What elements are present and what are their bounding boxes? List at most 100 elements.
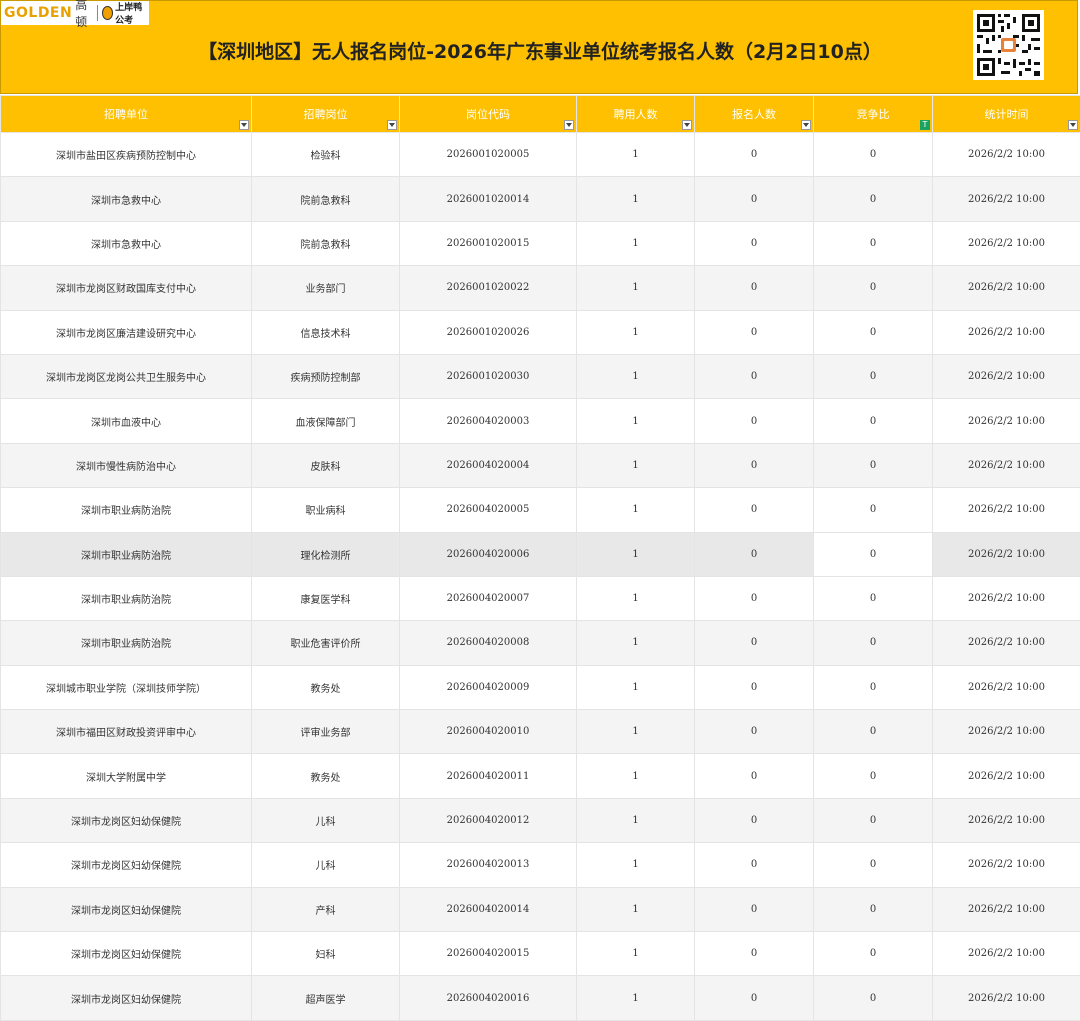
time-cell[interactable]: 2026/2/2 10:00 bbox=[933, 310, 1080, 354]
filter-active-icon[interactable] bbox=[920, 120, 930, 130]
applicants-cell[interactable]: 0 bbox=[695, 932, 814, 976]
time-cell[interactable]: 2026/2/2 10:00 bbox=[933, 843, 1080, 887]
code-cell[interactable]: 2026001020030 bbox=[400, 354, 577, 398]
table-row[interactable]: 深圳市急救中心院前急救科20260010200141002026/2/2 10:… bbox=[1, 177, 1080, 221]
table-row[interactable]: 深圳市龙岗区妇幼保健院儿科20260040200131002026/2/2 10… bbox=[1, 843, 1080, 887]
column-header-code[interactable]: 岗位代码 bbox=[400, 96, 577, 133]
applicants-cell[interactable]: 0 bbox=[695, 532, 814, 576]
code-cell[interactable]: 2026001020005 bbox=[400, 133, 577, 177]
dropdown-arrow-icon[interactable] bbox=[682, 120, 692, 130]
unit-cell[interactable]: 深圳市盐田区疾病预防控制中心 bbox=[1, 133, 252, 177]
code-cell[interactable]: 2026004020003 bbox=[400, 399, 577, 443]
applicants-cell[interactable]: 0 bbox=[695, 177, 814, 221]
ratio-cell[interactable]: 0 bbox=[814, 177, 933, 221]
ratio-cell[interactable]: 0 bbox=[814, 354, 933, 398]
ratio-cell[interactable]: 0 bbox=[814, 710, 933, 754]
applicants-cell[interactable]: 0 bbox=[695, 710, 814, 754]
time-cell[interactable]: 2026/2/2 10:00 bbox=[933, 621, 1080, 665]
position-cell[interactable]: 职业病科 bbox=[252, 488, 400, 532]
position-cell[interactable]: 儿科 bbox=[252, 843, 400, 887]
hire-count-cell[interactable]: 1 bbox=[577, 177, 695, 221]
code-cell[interactable]: 2026001020022 bbox=[400, 266, 577, 310]
time-cell[interactable]: 2026/2/2 10:00 bbox=[933, 798, 1080, 842]
code-cell[interactable]: 2026004020015 bbox=[400, 932, 577, 976]
time-cell[interactable]: 2026/2/2 10:00 bbox=[933, 488, 1080, 532]
column-header-time[interactable]: 统计时间 bbox=[933, 96, 1080, 133]
dropdown-arrow-icon[interactable] bbox=[1068, 120, 1078, 130]
table-row[interactable]: 深圳市职业病防治院理化检测所20260040200061002026/2/2 1… bbox=[1, 532, 1080, 576]
time-cell[interactable]: 2026/2/2 10:00 bbox=[933, 932, 1080, 976]
column-header-applicants[interactable]: 报名人数 bbox=[695, 96, 814, 133]
applicants-cell[interactable]: 0 bbox=[695, 488, 814, 532]
applicants-cell[interactable]: 0 bbox=[695, 399, 814, 443]
hire-count-cell[interactable]: 1 bbox=[577, 976, 695, 1020]
applicants-cell[interactable]: 0 bbox=[695, 665, 814, 709]
hire-count-cell[interactable]: 1 bbox=[577, 310, 695, 354]
code-cell[interactable]: 2026001020014 bbox=[400, 177, 577, 221]
ratio-cell[interactable]: 0 bbox=[814, 576, 933, 620]
code-cell[interactable]: 2026004020011 bbox=[400, 754, 577, 798]
applicants-cell[interactable]: 0 bbox=[695, 443, 814, 487]
applicants-cell[interactable]: 0 bbox=[695, 221, 814, 265]
table-row[interactable]: 深圳市职业病防治院职业病科20260040200051002026/2/2 10… bbox=[1, 488, 1080, 532]
unit-cell[interactable]: 深圳市龙岗区财政国库支付中心 bbox=[1, 266, 252, 310]
hire-count-cell[interactable]: 1 bbox=[577, 843, 695, 887]
code-cell[interactable]: 2026004020010 bbox=[400, 710, 577, 754]
dropdown-arrow-icon[interactable] bbox=[564, 120, 574, 130]
time-cell[interactable]: 2026/2/2 10:00 bbox=[933, 976, 1080, 1020]
position-cell[interactable]: 产科 bbox=[252, 887, 400, 931]
hire-count-cell[interactable]: 1 bbox=[577, 488, 695, 532]
unit-cell[interactable]: 深圳市龙岗区妇幼保健院 bbox=[1, 887, 252, 931]
ratio-cell[interactable]: 0 bbox=[814, 754, 933, 798]
hire-count-cell[interactable]: 1 bbox=[577, 576, 695, 620]
hire-count-cell[interactable]: 1 bbox=[577, 266, 695, 310]
applicants-cell[interactable]: 0 bbox=[695, 354, 814, 398]
unit-cell[interactable]: 深圳市职业病防治院 bbox=[1, 532, 252, 576]
ratio-cell[interactable]: 0 bbox=[814, 443, 933, 487]
time-cell[interactable]: 2026/2/2 10:00 bbox=[933, 665, 1080, 709]
unit-cell[interactable]: 深圳市龙岗区妇幼保健院 bbox=[1, 932, 252, 976]
position-cell[interactable]: 评审业务部 bbox=[252, 710, 400, 754]
position-cell[interactable]: 血液保障部门 bbox=[252, 399, 400, 443]
position-cell[interactable]: 职业危害评价所 bbox=[252, 621, 400, 665]
hire-count-cell[interactable]: 1 bbox=[577, 133, 695, 177]
ratio-cell[interactable]: 0 bbox=[814, 932, 933, 976]
column-header-position[interactable]: 招聘岗位 bbox=[252, 96, 400, 133]
table-row[interactable]: 深圳市急救中心院前急救科20260010200151002026/2/2 10:… bbox=[1, 221, 1080, 265]
code-cell[interactable]: 2026004020008 bbox=[400, 621, 577, 665]
table-row[interactable]: 深圳市龙岗区龙岗公共卫生服务中心疾病预防控制部20260010200301002… bbox=[1, 354, 1080, 398]
table-row[interactable]: 深圳市龙岗区妇幼保健院妇科20260040200151002026/2/2 10… bbox=[1, 932, 1080, 976]
time-cell[interactable]: 2026/2/2 10:00 bbox=[933, 266, 1080, 310]
position-cell[interactable]: 皮肤科 bbox=[252, 443, 400, 487]
hire-count-cell[interactable]: 1 bbox=[577, 710, 695, 754]
applicants-cell[interactable]: 0 bbox=[695, 310, 814, 354]
time-cell[interactable]: 2026/2/2 10:00 bbox=[933, 133, 1080, 177]
position-cell[interactable]: 儿科 bbox=[252, 798, 400, 842]
unit-cell[interactable]: 深圳市福田区财政投资评审中心 bbox=[1, 710, 252, 754]
table-row[interactable]: 深圳市龙岗区廉洁建设研究中心信息技术科20260010200261002026/… bbox=[1, 310, 1080, 354]
ratio-cell[interactable]: 0 bbox=[814, 976, 933, 1020]
unit-cell[interactable]: 深圳市职业病防治院 bbox=[1, 576, 252, 620]
dropdown-arrow-icon[interactable] bbox=[239, 120, 249, 130]
applicants-cell[interactable]: 0 bbox=[695, 266, 814, 310]
position-cell[interactable]: 信息技术科 bbox=[252, 310, 400, 354]
unit-cell[interactable]: 深圳市龙岗区妇幼保健院 bbox=[1, 843, 252, 887]
hire-count-cell[interactable]: 1 bbox=[577, 354, 695, 398]
hire-count-cell[interactable]: 1 bbox=[577, 665, 695, 709]
ratio-cell[interactable]: 0 bbox=[814, 488, 933, 532]
ratio-cell[interactable]: 0 bbox=[814, 532, 933, 576]
code-cell[interactable]: 2026001020015 bbox=[400, 221, 577, 265]
applicants-cell[interactable]: 0 bbox=[695, 976, 814, 1020]
code-cell[interactable]: 2026004020006 bbox=[400, 532, 577, 576]
applicants-cell[interactable]: 0 bbox=[695, 887, 814, 931]
ratio-cell[interactable]: 0 bbox=[814, 621, 933, 665]
position-cell[interactable]: 检验科 bbox=[252, 133, 400, 177]
applicants-cell[interactable]: 0 bbox=[695, 754, 814, 798]
unit-cell[interactable]: 深圳市龙岗区妇幼保健院 bbox=[1, 976, 252, 1020]
hire-count-cell[interactable]: 1 bbox=[577, 887, 695, 931]
hire-count-cell[interactable]: 1 bbox=[577, 621, 695, 665]
time-cell[interactable]: 2026/2/2 10:00 bbox=[933, 710, 1080, 754]
ratio-cell[interactable]: 0 bbox=[814, 399, 933, 443]
position-cell[interactable]: 教务处 bbox=[252, 754, 400, 798]
time-cell[interactable]: 2026/2/2 10:00 bbox=[933, 221, 1080, 265]
